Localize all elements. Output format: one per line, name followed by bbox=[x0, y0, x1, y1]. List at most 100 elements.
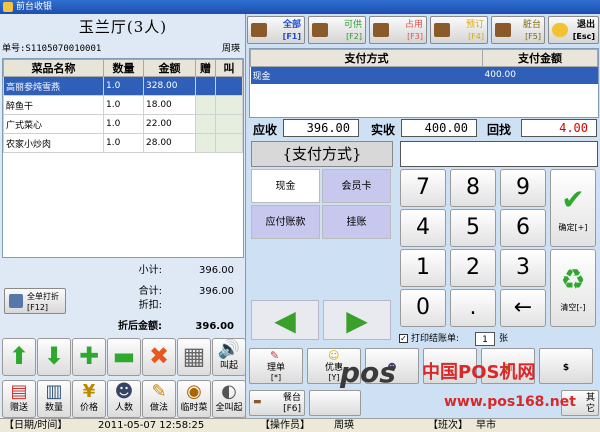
col-qty[interactable]: 数量 bbox=[103, 59, 144, 77]
print-count-field[interactable]: 1 bbox=[475, 332, 495, 346]
arrow-down-icon: ⬇ bbox=[43, 342, 65, 370]
col-gift[interactable]: 赠 bbox=[195, 59, 216, 77]
key-2[interactable]: 2 bbox=[450, 249, 496, 287]
col-dish-name[interactable]: 菜品名称 bbox=[3, 59, 104, 77]
order-panel: 玉兰厅(3人) 单号:S1105070010001 周瑛 菜品名称 数量 金额 … bbox=[0, 14, 246, 418]
clear-button[interactable]: ♻ 清空[-] bbox=[550, 249, 596, 327]
dish-call-cell[interactable] bbox=[215, 114, 243, 134]
tab-dirty[interactable]: 脏台 [F5] bbox=[491, 16, 545, 44]
tidy-bill-button[interactable]: ✎ 理单 [*] bbox=[249, 348, 303, 384]
table-row[interactable]: 高丽参炖雪燕 1.0 328.00 bbox=[3, 76, 243, 96]
dish-gift-cell[interactable] bbox=[195, 76, 216, 96]
add-button[interactable]: ✚ bbox=[72, 338, 106, 376]
dish-call-cell[interactable] bbox=[215, 76, 243, 96]
gift-button[interactable]: ▤ 赠送 bbox=[2, 380, 36, 418]
exit-button[interactable]: 退出 [Esc] bbox=[548, 16, 599, 44]
app-icon bbox=[3, 2, 13, 12]
subtract-button[interactable]: ▬ bbox=[107, 338, 141, 376]
quantity-label: 数量 bbox=[44, 403, 63, 413]
table-row[interactable]: 农家小炒肉 1.0 28.00 bbox=[3, 133, 243, 153]
key-7[interactable]: 7 bbox=[400, 169, 446, 207]
method-payable[interactable]: 应付账款 bbox=[251, 205, 320, 239]
prev-method-button[interactable]: ◀ bbox=[251, 300, 319, 340]
table-row[interactable]: 广式菜心 1.0 22.00 bbox=[3, 114, 243, 134]
col-call[interactable]: 叫 bbox=[215, 59, 243, 77]
dish-gift-cell[interactable] bbox=[195, 133, 216, 153]
move-down-button[interactable]: ⬇ bbox=[37, 338, 71, 376]
next-method-button[interactable]: ▶ bbox=[323, 300, 391, 340]
dish-qty: 1.0 bbox=[103, 133, 144, 153]
payment-table[interactable]: 支付方式 支付金额 现金 400.00 bbox=[249, 48, 599, 118]
col-amount[interactable]: 金额 bbox=[143, 59, 196, 77]
table-icon: ▬ bbox=[253, 397, 262, 407]
exit-key: [Esc] bbox=[572, 32, 595, 41]
col-pay-amount[interactable]: 支付金额 bbox=[482, 49, 598, 67]
delete-button[interactable]: ✖ bbox=[142, 338, 176, 376]
dish-name: 农家小炒肉 bbox=[3, 133, 104, 153]
quantity-button[interactable]: ▥ 数量 bbox=[37, 380, 71, 418]
method-label: 做法 bbox=[149, 403, 168, 413]
total-value: 396.00 bbox=[199, 286, 234, 297]
order-number-label: 单号: bbox=[2, 44, 26, 54]
print-receipt-checkbox[interactable]: ✓ bbox=[399, 334, 408, 343]
after-discount-label: 折后金额: bbox=[118, 321, 162, 332]
dish-gift-cell[interactable] bbox=[195, 114, 216, 134]
table-row[interactable]: 现金 400.00 bbox=[250, 66, 598, 84]
received-field[interactable]: 400.00 bbox=[401, 119, 477, 137]
dish-qty: 1.0 bbox=[103, 76, 144, 96]
table-view-button[interactable]: ▬ 餐台 [F6] bbox=[249, 390, 305, 416]
method-member-card[interactable]: 会员卡 bbox=[322, 169, 391, 203]
key-0[interactable]: 0 bbox=[400, 289, 446, 327]
key-9[interactable]: 9 bbox=[500, 169, 546, 207]
calculator-button[interactable]: ▦ bbox=[177, 338, 211, 376]
print-unit: 张 bbox=[499, 334, 509, 344]
confirm-button[interactable]: ✔ 确定[+] bbox=[550, 169, 596, 247]
dish-call-cell[interactable] bbox=[215, 95, 243, 115]
table-row[interactable]: 醉鱼干 1.0 18.00 bbox=[3, 95, 243, 115]
delete-x-icon: ✖ bbox=[148, 342, 170, 370]
method-nav: ◀ ▶ bbox=[251, 300, 393, 342]
tab-reserved[interactable]: 预订 [F4] bbox=[430, 16, 488, 44]
call-up-button[interactable]: 🔊 叫起 bbox=[212, 338, 246, 376]
numeric-keypad: 7 8 9 4 5 6 1 2 3 0 . ← ✔ 确定[+] ♻ 清空[-] bbox=[400, 169, 598, 329]
price-button[interactable]: ¥ 价格 bbox=[72, 380, 106, 418]
tab-available-label: 可供 bbox=[343, 20, 362, 30]
key-backspace[interactable]: ← bbox=[500, 289, 546, 327]
key-1[interactable]: 1 bbox=[400, 249, 446, 287]
call-up-label: 叫起 bbox=[219, 361, 238, 371]
all-call-button[interactable]: ◐ 全叫起 bbox=[212, 380, 246, 418]
people-button[interactable]: ☻ 人数 bbox=[107, 380, 141, 418]
col-pay-method[interactable]: 支付方式 bbox=[250, 49, 483, 67]
tab-all[interactable]: 全部 [F1] bbox=[247, 16, 305, 44]
total-label: 合计: bbox=[138, 286, 162, 297]
order-items-table[interactable]: 菜品名称 数量 金额 赠 叫 高丽参炖雪燕 1.0 328.00 醉鱼干 1.0… bbox=[2, 58, 244, 258]
method-cash[interactable]: 现金 bbox=[251, 169, 320, 203]
key-8[interactable]: 8 bbox=[450, 169, 496, 207]
move-up-button[interactable]: ⬆ bbox=[2, 338, 36, 376]
tab-reserved-key: [F4] bbox=[468, 32, 484, 41]
exit-label: 退出 bbox=[576, 20, 595, 30]
table-icon bbox=[312, 23, 328, 37]
arrow-right-icon: ▶ bbox=[346, 304, 368, 337]
dish-call-cell[interactable] bbox=[215, 133, 243, 153]
received-label: 实收 bbox=[371, 123, 396, 137]
tab-available[interactable]: 可供 [F2] bbox=[308, 16, 366, 44]
payment-method-header: {支付方式} bbox=[251, 141, 393, 167]
order-number: S1105070010001 bbox=[25, 44, 102, 54]
method-on-account[interactable]: 挂账 bbox=[322, 205, 391, 239]
table-view-key: [F6] bbox=[283, 404, 301, 414]
method-button[interactable]: ✎ 做法 bbox=[142, 380, 176, 418]
payment-input[interactable] bbox=[400, 141, 598, 167]
dish-gift-cell[interactable] bbox=[195, 95, 216, 115]
key-6[interactable]: 6 bbox=[500, 209, 546, 247]
clear-label: 清空[-] bbox=[560, 303, 586, 312]
discount-row: 折扣: bbox=[0, 299, 246, 313]
key-4[interactable]: 4 bbox=[400, 209, 446, 247]
key-5[interactable]: 5 bbox=[450, 209, 496, 247]
price-label: 价格 bbox=[79, 403, 98, 413]
temp-dish-button[interactable]: ◉ 临时菜 bbox=[177, 380, 211, 418]
key-3[interactable]: 3 bbox=[500, 249, 546, 287]
all-call-label: 全叫起 bbox=[215, 403, 243, 413]
key-dot[interactable]: . bbox=[450, 289, 496, 327]
tab-occupied[interactable]: 占用 [F3] bbox=[369, 16, 427, 44]
